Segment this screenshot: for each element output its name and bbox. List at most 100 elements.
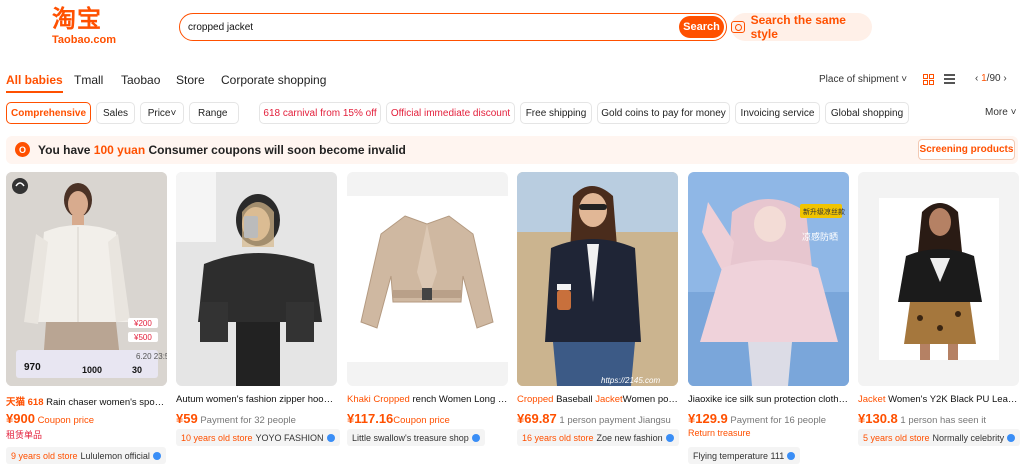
coupon-tag-500: ¥500	[134, 333, 152, 342]
filter-free-shipping[interactable]: Free shipping	[520, 102, 592, 124]
product-price: ¥130.8	[858, 411, 898, 426]
product-card[interactable]: Khaki Cropped rench Women Long Sleeve ¥1…	[347, 172, 508, 475]
product-card[interactable]: 新升级凉丝款 凉感防晒 Jiaoxike ice silk sun protec…	[688, 172, 849, 475]
product-image[interactable]: https://2145.com	[517, 172, 678, 386]
verified-icon	[152, 451, 161, 460]
product-title[interactable]: Autum women's fashion zipper hooded	[176, 394, 337, 405]
rental-tag: 租赁单品	[6, 430, 43, 440]
filter-price-label: Price	[147, 107, 171, 119]
product-title-text: Women's Y2K Black PU Leather	[885, 394, 1019, 405]
verified-icon	[1007, 433, 1016, 442]
filter-618-carnival[interactable]: 618 carnival from 15% off	[259, 102, 381, 124]
product-price-row: ¥117.16Coupon price	[347, 411, 450, 426]
store-name: Normally celebrity	[932, 432, 1005, 443]
filter-comprehensive[interactable]: Comprehensive	[6, 102, 91, 124]
product-price-row: ¥900 Coupon price	[6, 411, 94, 426]
product-title[interactable]: Jacket Women's Y2K Black PU Leather	[858, 394, 1019, 405]
title-highlight: Jacket	[858, 394, 886, 405]
more-filters-button[interactable]: More ˅	[985, 107, 1016, 118]
store-name: YOYO FASHION	[255, 432, 324, 443]
tab-tmall[interactable]: Tmall	[74, 73, 103, 87]
product-card[interactable]: Autum women's fashion zipper hooded ¥59 …	[176, 172, 340, 475]
grid-view-icon[interactable]	[923, 74, 934, 85]
filter-gold-coins[interactable]: Gold coins to pay for money	[597, 102, 730, 124]
promo-date: 6.20 23:59	[136, 352, 167, 361]
store-badge[interactable]: Flying temperature 111	[688, 447, 801, 464]
store-badge[interactable]: 10 years old store YOYO FASHION	[176, 429, 340, 446]
product-image[interactable]: ¥200 ¥500 6.20 23:59 970 1000 30	[6, 172, 167, 386]
product-photo-baseball-jacket	[517, 172, 678, 386]
product-title-text: rench Women Long Sleeve	[412, 394, 508, 405]
verified-icon	[665, 433, 674, 442]
coupon-suffix: Consumer coupons will soon become invali…	[145, 143, 406, 157]
tab-taobao[interactable]: Taobao	[121, 73, 160, 87]
product-image[interactable]	[176, 172, 337, 386]
product-image[interactable]: 新升级凉丝款 凉感防晒	[688, 172, 849, 386]
title-mid: Baseball	[553, 394, 596, 405]
coupon-banner: O You have 100 yuan Consumer coupons wil…	[6, 136, 1018, 164]
store-badge[interactable]: Little swallow's treasure shop	[347, 429, 485, 446]
product-price-row: ¥69.87 1 person payment Jiangsu	[517, 411, 671, 426]
search-bar: Search	[179, 13, 727, 41]
product-title[interactable]: Cropped Baseball JacketWomen pocket	[517, 394, 678, 405]
store-badge[interactable]: 9 years old store Lululemon official	[6, 447, 166, 464]
title-highlight-2: Jacket	[595, 394, 623, 405]
place-of-shipment-dropdown[interactable]: Place of shipment ˅	[819, 74, 907, 85]
coupon-prefix: You have	[38, 143, 94, 157]
filter-invoicing[interactable]: Invoicing service	[735, 102, 820, 124]
coupon-icon: O	[15, 142, 30, 157]
store-years: 5 years old store	[863, 432, 930, 443]
store-name: Lululemon official	[80, 450, 150, 461]
tab-all-babies[interactable]: All babies	[6, 73, 63, 93]
store-name: Zoe new fashion	[596, 432, 663, 443]
filter-price[interactable]: Price ˅	[140, 102, 184, 124]
promo-value-left: 970	[24, 362, 41, 373]
tab-corporate-shopping[interactable]: Corporate shopping	[221, 73, 326, 87]
filter-sales[interactable]: Sales	[96, 102, 135, 124]
product-price: ¥117.16	[347, 411, 394, 426]
page-total: /90	[986, 73, 1001, 84]
list-view-icon[interactable]	[944, 74, 955, 85]
product-price: ¥900	[6, 411, 35, 426]
product-title[interactable]: Khaki Cropped rench Women Long Sleeve	[347, 394, 508, 405]
store-years: 16 years old store	[522, 432, 594, 443]
product-title[interactable]: 天猫 618 Rain chaser women's sports jacket	[6, 394, 167, 408]
product-photo-black-leather-jacket	[858, 172, 1019, 386]
product-card[interactable]: ¥200 ¥500 6.20 23:59 970 1000 30 天猫 618 …	[6, 172, 167, 475]
promo-value-right: 30	[132, 365, 143, 375]
price-note: 1 person payment Jiangsu	[559, 415, 671, 426]
product-title[interactable]: Jiaoxike ice silk sun protection clothin…	[688, 394, 849, 405]
price-note: Coupon price	[37, 415, 95, 426]
product-title-text: Women pocket	[622, 394, 678, 405]
verified-icon	[471, 433, 480, 442]
coupon-tag-200: ¥200	[134, 319, 152, 328]
more-label: More	[985, 107, 1008, 118]
tmall-618-badge: 天猫 618	[6, 397, 47, 408]
store-badge[interactable]: 5 years old store Normally celebrity	[858, 429, 1021, 446]
price-note: Coupon price	[393, 415, 450, 426]
filter-global-shopping[interactable]: Global shopping	[825, 102, 909, 124]
search-input[interactable]	[188, 18, 668, 36]
image-badge-cooling: 凉感防晒	[802, 233, 839, 243]
image-badge-upgrade: 新升级凉丝款	[803, 208, 845, 216]
product-price: ¥129.9	[688, 411, 728, 426]
title-highlight: Khaki Cropped	[347, 394, 410, 405]
store-years: 9 years old store	[11, 450, 78, 461]
product-image[interactable]	[347, 172, 508, 386]
product-card[interactable]: Jacket Women's Y2K Black PU Leather ¥130…	[858, 172, 1021, 475]
tab-store[interactable]: Store	[176, 73, 205, 87]
product-image[interactable]	[858, 172, 1019, 386]
screening-products-button[interactable]: Screening products	[918, 139, 1015, 160]
chevron-down-icon: ˅	[898, 74, 908, 85]
filter-official-discount[interactable]: Official immediate discount	[386, 102, 515, 124]
product-photo-khaki-jacket	[347, 172, 508, 386]
next-page-icon[interactable]: ›	[1001, 73, 1006, 84]
coupon-message: You have 100 yuan Consumer coupons will …	[38, 143, 406, 157]
product-card[interactable]: https://2145.com Cropped Baseball Jacket…	[517, 172, 679, 475]
search-same-style-button[interactable]: Search the same style	[731, 13, 872, 41]
filter-range[interactable]: Range	[189, 102, 239, 124]
logo-english: Taobao.com	[52, 34, 116, 46]
taobao-logo[interactable]: 淘宝 Taobao.com	[52, 4, 126, 50]
search-button[interactable]: Search	[679, 16, 724, 38]
store-badge[interactable]: 16 years old store Zoe new fashion	[517, 429, 679, 446]
